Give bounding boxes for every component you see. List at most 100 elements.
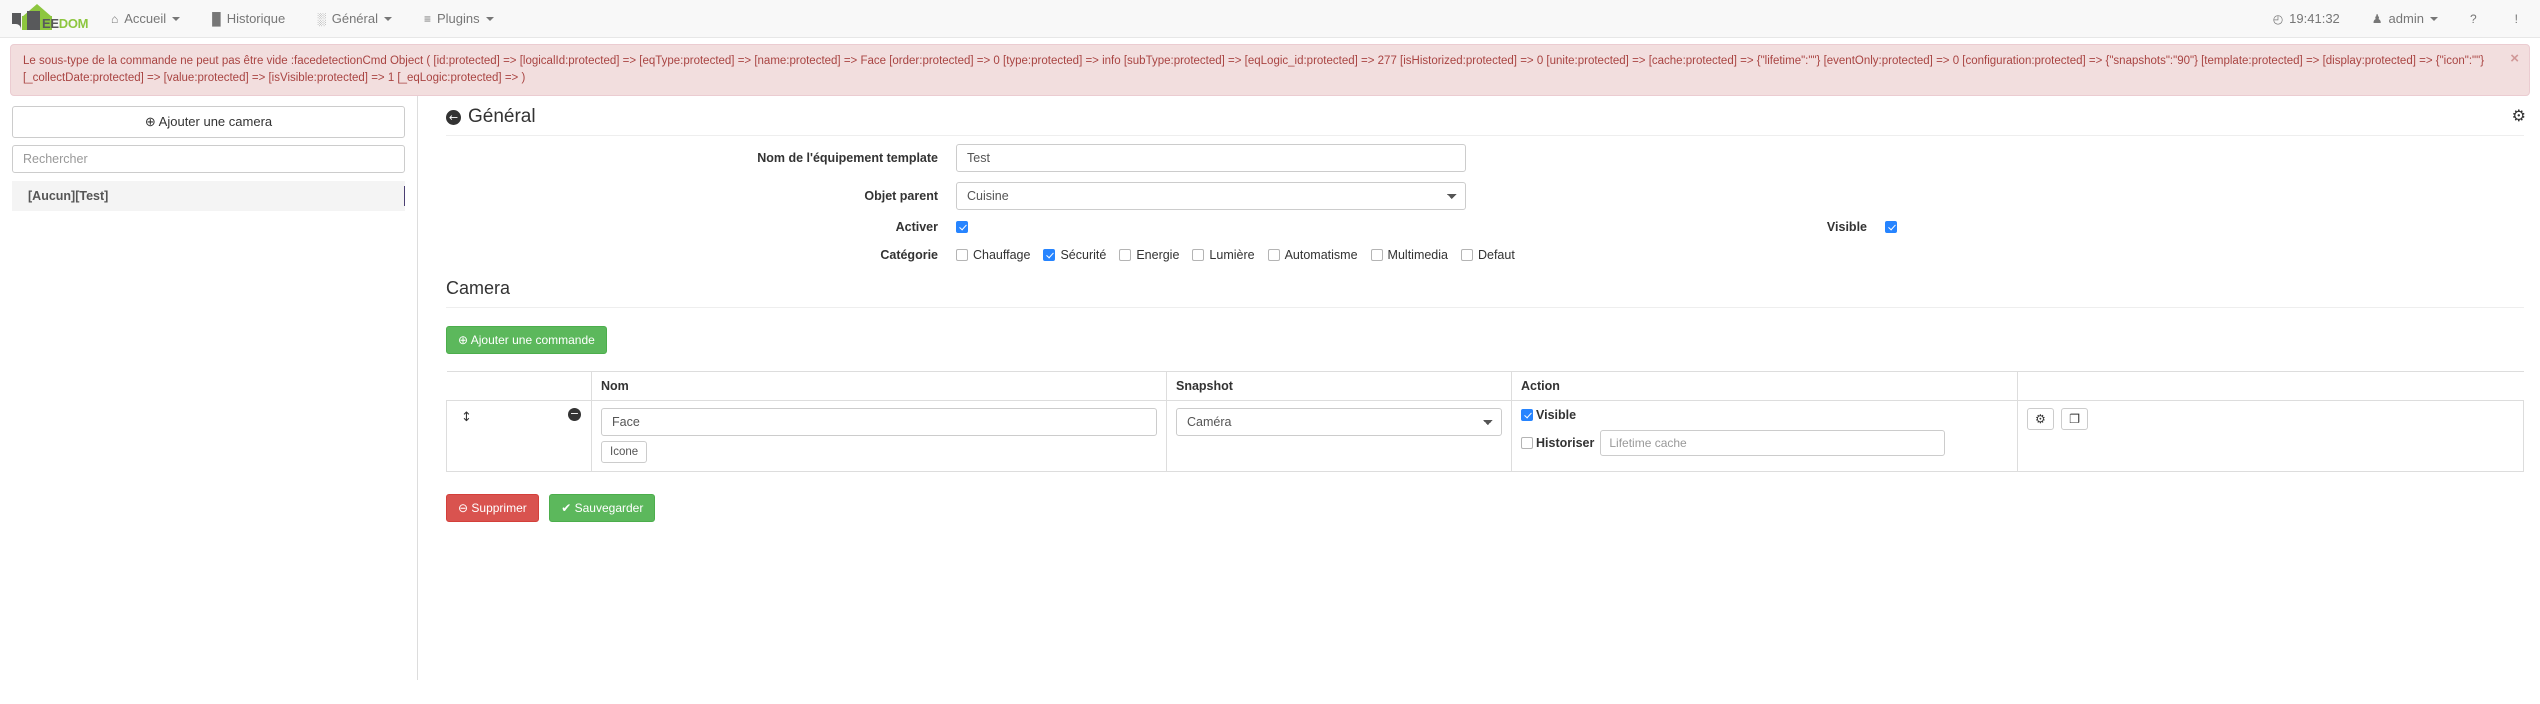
table-row: ↕ − Icone Caméra — [446, 400, 2524, 472]
jeedom-logo-icon: EEDOM — [8, 3, 88, 35]
equipment-name-input[interactable] — [956, 144, 1466, 172]
nav-item-general[interactable]: ░ Général — [301, 0, 408, 37]
chevron-down-icon — [485, 16, 494, 21]
chevron-down-icon — [383, 16, 392, 21]
category-chauffage-label: Chauffage — [973, 248, 1031, 262]
top-navbar: EEDOM ⌂ Accueil █ Historique ░ Général ≡… — [0, 0, 2540, 38]
col-handle — [446, 371, 592, 401]
nav-item-info[interactable]: ! — [2499, 0, 2540, 37]
cell-action: Visible Historiser — [1511, 400, 2018, 472]
drag-handle-icon[interactable]: ↕ — [461, 410, 472, 425]
logo-wordmark: EEDOM — [42, 17, 88, 30]
form-row-toggles: Activer Visible — [446, 220, 2524, 234]
nav-label-general: Général — [331, 11, 378, 26]
command-visible-label: Visible — [1536, 408, 1577, 422]
category-securite[interactable]: Sécurité — [1043, 248, 1106, 262]
add-command-button[interactable]: ⊕ Ajouter une commande — [446, 326, 607, 354]
user-name: admin — [2388, 11, 2424, 26]
activer-group: Activer — [446, 220, 1485, 234]
plus-circle-icon: ⊕ — [144, 114, 156, 129]
category-lumiere[interactable]: Lumière — [1192, 248, 1255, 262]
minus-circle-icon: ⊖ — [458, 501, 469, 515]
category-multimedia-checkbox[interactable] — [1370, 249, 1383, 261]
command-copy-icon[interactable]: ❐ — [2061, 408, 2088, 430]
commands-table-body: ↕ − Icone Caméra — [446, 400, 2524, 472]
nav-item-clock: ◴ 19:41:32 — [2257, 0, 2356, 37]
chart-bar-icon: █ — [212, 11, 221, 26]
command-name-input[interactable] — [601, 408, 1157, 436]
logo-word-gray: EE — [42, 15, 59, 31]
nav-label-historique: Historique — [226, 11, 286, 26]
name-label: Nom de l'équipement template — [757, 151, 938, 165]
nav-right-group: ◴ 19:41:32 ♟ admin ? ! — [2257, 0, 2540, 37]
gear-icon[interactable]: ⚙ — [2512, 106, 2526, 125]
command-config-icon[interactable]: ⚙ — [2027, 408, 2054, 430]
category-energie-checkbox[interactable] — [1119, 249, 1132, 261]
lifetime-cache-input[interactable] — [1600, 430, 1946, 456]
cell-nom: Icone — [591, 400, 1167, 472]
activer-label: Activer — [895, 220, 938, 234]
equipment-list: [Aucun][Test] — [12, 181, 405, 211]
category-defaut-checkbox[interactable] — [1460, 249, 1473, 261]
category-checkbox-group: Chauffage Sécurité Energie Lumière Autom… — [956, 248, 1528, 262]
visible-row: Visible — [1521, 408, 2008, 422]
page-header: ← Général — [446, 106, 2524, 136]
delete-button[interactable]: ⊖ Supprimer — [446, 494, 539, 522]
alert-message: Le sous-type de la commande ne peut pas … — [23, 55, 2485, 84]
form-row-parent: Objet parent Cuisine — [446, 182, 2524, 210]
save-button[interactable]: ✔ Sauvegarder — [549, 494, 656, 522]
command-icon-button[interactable]: Icone — [601, 441, 648, 463]
category-securite-checkbox[interactable] — [1043, 249, 1056, 261]
list-icon: ≡ — [423, 11, 431, 26]
category-energie[interactable]: Energie — [1119, 248, 1179, 262]
clock-time: 19:41:32 — [2289, 11, 2340, 26]
category-multimedia[interactable]: Multimedia — [1370, 248, 1448, 262]
home-icon: ⌂ — [111, 11, 119, 26]
error-alert: Le sous-type de la commande ne peut pas … — [10, 44, 2530, 96]
category-chauffage-checkbox[interactable] — [956, 249, 968, 261]
commands-table: Nom Snapshot Action ↕ − Icone — [446, 371, 2524, 472]
visible-label: Visible — [1826, 220, 1867, 234]
form-actions: ⊖ Supprimer ✔ Sauvegarder — [446, 494, 2524, 522]
close-icon[interactable]: × — [2510, 51, 2519, 66]
category-lumiere-checkbox[interactable] — [1192, 249, 1205, 261]
category-defaut[interactable]: Defaut — [1460, 248, 1515, 262]
col-action: Action — [1511, 371, 2018, 401]
list-item[interactable]: [Aucun][Test] — [12, 181, 405, 211]
chevron-down-icon — [172, 16, 181, 21]
search-input[interactable] — [12, 145, 405, 173]
nav-item-plugins[interactable]: ≡ Plugins — [408, 0, 510, 37]
nav-menu: ⌂ Accueil █ Historique ░ Général ≡ Plugi… — [95, 0, 510, 37]
command-historiser-checkbox[interactable] — [1521, 437, 1533, 449]
command-visible-checkbox[interactable] — [1521, 409, 1533, 421]
remove-command-icon[interactable]: − — [568, 408, 581, 421]
nav-item-user[interactable]: ♟ admin — [2356, 0, 2454, 37]
category-energie-label: Energie — [1136, 248, 1180, 262]
category-lumiere-label: Lumière — [1209, 248, 1255, 262]
plus-circle-icon: ⊕ — [458, 333, 469, 347]
category-automatisme[interactable]: Automatisme — [1267, 248, 1358, 262]
nav-item-accueil[interactable]: ⌂ Accueil — [95, 0, 196, 37]
cell-snapshot: Caméra — [1166, 400, 1512, 472]
nav-label-accueil: Accueil — [124, 11, 167, 26]
categorie-label: Catégorie — [880, 248, 938, 262]
category-automatisme-label: Automatisme — [1284, 248, 1358, 262]
selected-indicator — [404, 186, 405, 206]
delete-label: Supprimer — [471, 501, 527, 515]
brand-logo[interactable]: EEDOM — [0, 0, 95, 37]
activer-checkbox[interactable] — [956, 221, 968, 233]
logo-letter-j — [12, 12, 21, 31]
back-arrow-icon[interactable]: ← — [446, 109, 461, 125]
category-chauffage[interactable]: Chauffage — [956, 248, 1030, 262]
nav-item-help[interactable]: ? — [2454, 0, 2499, 37]
category-automatisme-checkbox[interactable] — [1267, 249, 1280, 261]
col-snapshot: Snapshot — [1166, 371, 1512, 401]
grid-icon: ░ — [317, 11, 326, 26]
snapshot-select[interactable]: Caméra — [1176, 408, 1502, 436]
nav-item-historique[interactable]: █ Historique — [196, 0, 301, 37]
visible-checkbox[interactable] — [1885, 221, 1897, 233]
parent-object-select[interactable]: Cuisine — [956, 182, 1466, 210]
commands-section-title: Camera — [446, 278, 2524, 308]
add-camera-button[interactable]: ⊕ Ajouter une camera — [12, 106, 405, 138]
clock-icon: ◴ — [2272, 11, 2284, 26]
